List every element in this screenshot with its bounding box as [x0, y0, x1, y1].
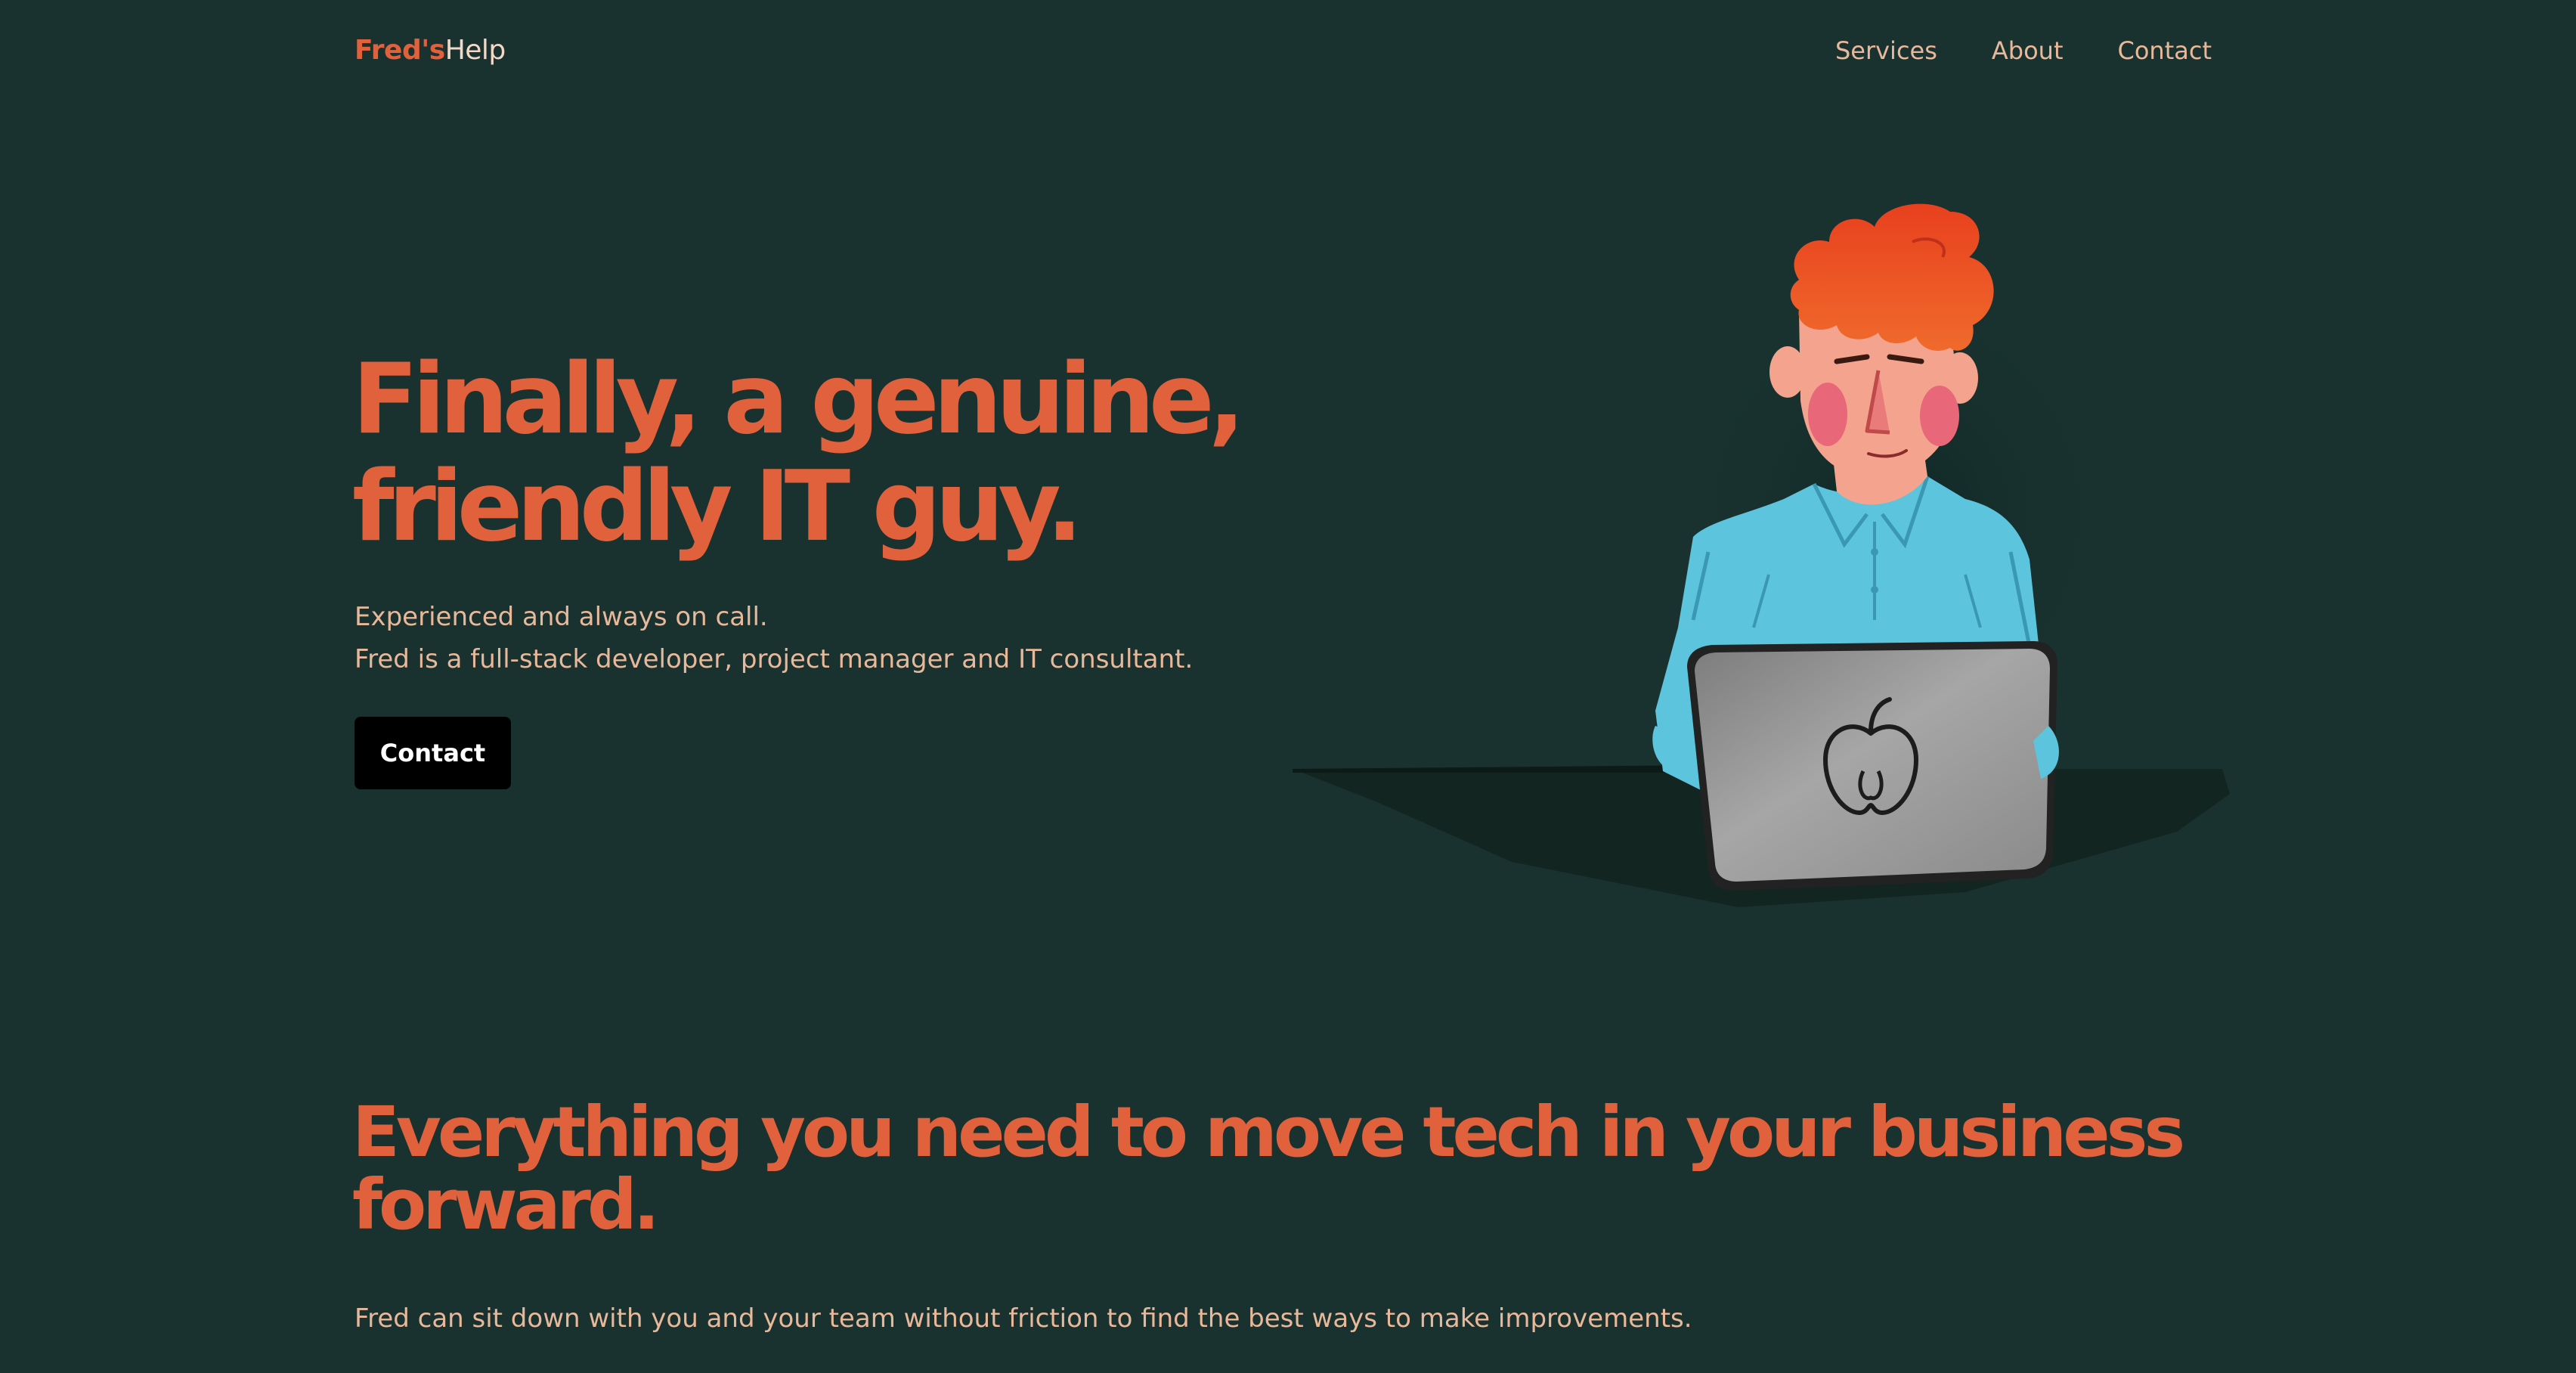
- hero-title: Finally, a genuine, friendly IT guy.: [352, 343, 1245, 563]
- main-nav: Services About Contact: [1835, 30, 2212, 71]
- hero-subtitle-line-2: Fred is a full-stack developer, project …: [355, 644, 1194, 674]
- hero-title-line-2: friendly IT guy.: [352, 451, 1083, 563]
- nav-link-services[interactable]: Services: [1835, 30, 1937, 71]
- features-title-line-1: Everything you need to move tech in your…: [352, 1092, 2185, 1173]
- laptop: [1687, 641, 2057, 891]
- nav-link-about[interactable]: About: [1992, 30, 2064, 71]
- hero-subtitle: Experienced and always on call. Fred is …: [355, 596, 1193, 680]
- site-header: Fred'sHelp Services About Contact: [355, 30, 2212, 71]
- contact-button[interactable]: Contact: [355, 717, 511, 789]
- features-description: Fred can sit down with you and your team…: [355, 1303, 1692, 1334]
- developer-with-laptop-illustration: [1285, 197, 2230, 938]
- features-title-line-2: forward.: [352, 1164, 660, 1245]
- nav-link-contact[interactable]: Contact: [2118, 30, 2212, 71]
- illustration-svg: [1293, 203, 2230, 907]
- logo-rest-text: Help: [444, 35, 506, 66]
- hero-subtitle-line-1: Experienced and always on call.: [355, 602, 768, 632]
- logo-accent-text: Fred's: [355, 35, 445, 66]
- hero-title-line-1: Finally, a genuine,: [352, 343, 1245, 456]
- features-title: Everything you need to move tech in your…: [352, 1092, 2185, 1245]
- site-logo[interactable]: Fred'sHelp: [355, 30, 506, 71]
